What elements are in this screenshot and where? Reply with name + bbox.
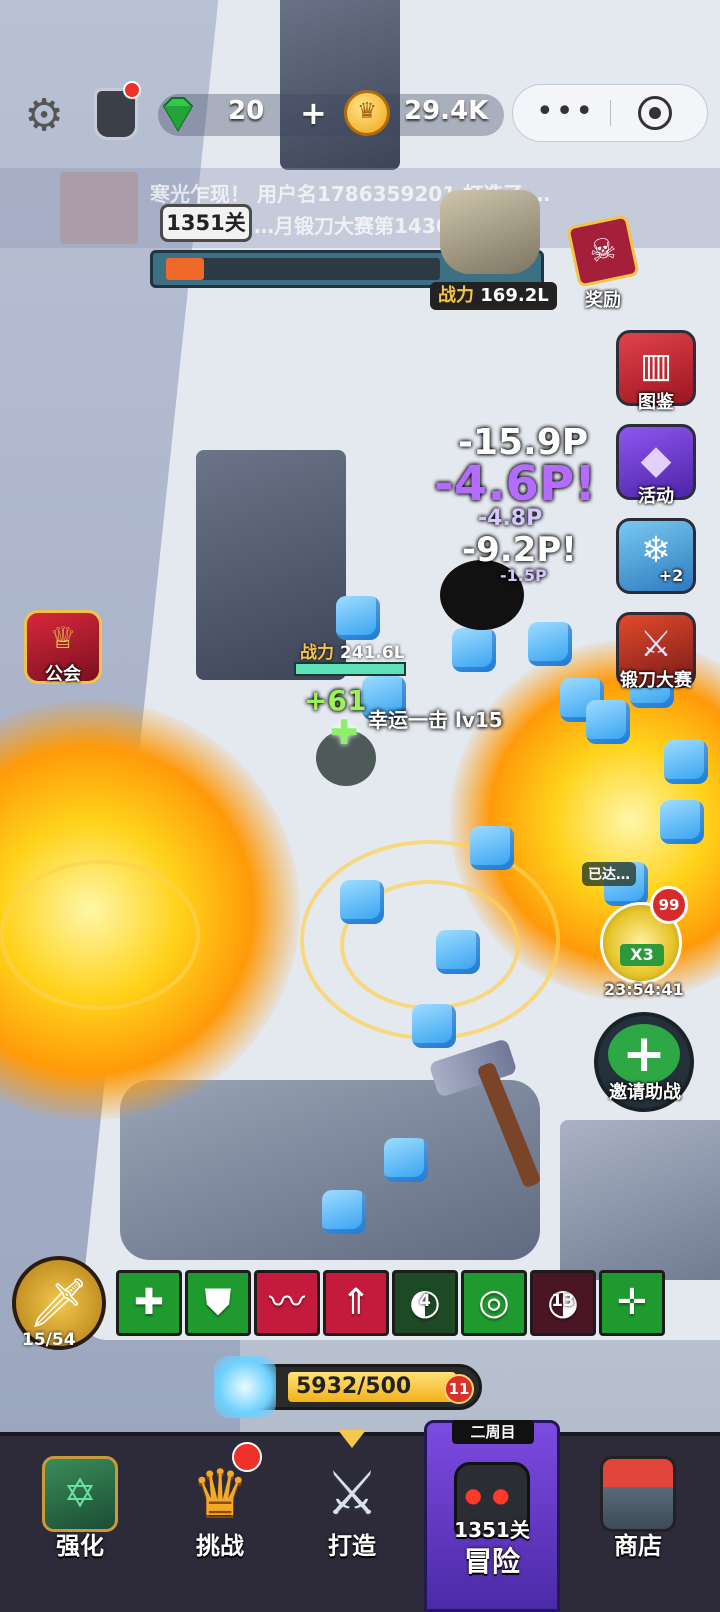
skill-slot[interactable]: ⇑ [323,1270,389,1336]
invite-plus-icon: + [608,1024,680,1084]
gem-count: 20 [228,96,265,126]
energy-cube [664,740,708,784]
energy-badge: 11 [444,1374,474,1404]
shop-icon [600,1456,676,1532]
slash-icon: 〰 [268,1282,305,1323]
hero-power-label: 战力 [300,643,334,663]
nav-item-adventure[interactable]: ●● 1351关 冒险 [430,1440,554,1612]
plus-cross-icon: ✛ [616,1282,648,1323]
energy-cube [452,628,496,672]
pet-badge: +2 [658,566,684,585]
notification-dot [123,81,141,99]
heal-cross-icon: ✚ [133,1282,165,1323]
shield-icon: ⛊ [204,1282,232,1323]
energy-cube [384,1138,428,1182]
skill-slot[interactable]: ◎ [461,1270,527,1336]
boss-power-value: 169.2L [480,285,549,306]
boss-power-label: 战力 [438,285,474,306]
skill-cooldown-count: 4 [419,1291,431,1311]
marquee-weapon-icon [60,172,138,244]
gold-count: 29.4K [404,96,489,126]
nav-label: 打造 [328,1532,376,1560]
crit-damage-number: -4.6P! [434,456,597,512]
skill-proc-text: 幸运一击 lv15 [368,708,503,732]
gift-count-badge: 99 [650,886,688,924]
nav-item-challenge[interactable]: ♛ 挑战 [158,1440,282,1612]
energy-cube [528,622,572,666]
energy-cube [340,880,384,924]
gem-icon [162,97,194,132]
stage-label: 1351关 [160,204,252,242]
energy-cube-icon [214,1356,276,1418]
energy-cube [322,1190,366,1234]
add-gems-button[interactable]: + [300,94,327,132]
nav-item-shop[interactable]: 商店 [576,1440,700,1612]
nav-label: 商店 [614,1532,662,1560]
skill-slot[interactable]: ◑ 13 [530,1270,596,1336]
nav-active-stage: 1351关 [454,1518,530,1542]
event-label: 活动 [638,486,674,507]
damage-number: -4.8P [478,506,543,531]
energy-cube [470,826,514,870]
nav-item-upgrade[interactable]: ✡ 强化 [18,1440,142,1612]
energy-cube [586,700,630,744]
target-ring-icon: ◎ [478,1282,510,1323]
skill-cooldown-count: 13 [551,1291,575,1311]
damage-number: -9.2P! [462,530,577,570]
nav-label: 冒险 [463,1545,520,1578]
skill-slot[interactable]: 〰 [254,1270,320,1336]
boss-power: 战力 169.2L [430,282,557,310]
capsule-divider [610,100,611,126]
heal-cross-icon: ✚ [330,713,359,753]
notification-dot [232,1442,262,1472]
boss-rock-golem-icon [440,190,540,274]
forge-contest-label: 锻刀大赛 [620,670,692,691]
shockwave-ring [0,860,200,1010]
settings-gear-icon[interactable]: ⚙ [18,90,70,142]
skill-slot[interactable]: ✚ [116,1270,182,1336]
skill-slot[interactable]: ◐ 4 [392,1270,458,1336]
hero-hp-fill [296,664,404,674]
gold-coin-icon: ♛ [344,90,390,136]
boss-progress-track [166,258,440,280]
energy-cube [436,930,480,974]
close-miniprogram-icon[interactable] [638,96,672,130]
hero-power: 战力 241.6L [300,638,405,663]
reward-skull-icon[interactable]: ☠ [566,214,640,288]
energy-cube [336,596,380,640]
skill-slot[interactable]: ⛊ [185,1270,251,1336]
weapon-count: 15/54 [22,1330,76,1350]
rock-pillar [280,0,400,170]
reward-label: 奖励 [585,290,621,311]
gift-claimed-label: 已达… [582,862,636,886]
nav-label: 挑战 [196,1532,244,1560]
encyclopedia-label: 图鉴 [638,392,674,413]
nav-label: 强化 [56,1532,104,1560]
more-options-icon[interactable]: ••• [536,94,595,129]
nav-item-forge[interactable]: ⚔ 打造 [290,1440,414,1612]
sword-icon: ⚔ [325,1459,379,1529]
energy-count: 5932/500 [296,1374,412,1399]
gift-multiplier: X3 [620,944,664,966]
guild-label: 公会 [45,664,81,685]
profile-helmet-button[interactable] [94,81,141,140]
energy-cube [412,1004,456,1048]
guild-banner-icon: ♕ [49,621,77,656]
boulder [560,1120,720,1280]
hero-power-value: 241.6L [339,643,405,663]
boss-progress-fill [166,258,205,280]
upgrade-book-icon: ✡ [42,1456,118,1532]
gift-timer: 23:54:41 [604,980,684,999]
rage-arrow-icon: ⇑ [340,1282,372,1323]
skill-slot[interactable]: ✛ [599,1270,665,1336]
invite-label: 邀请助战 [609,1082,681,1103]
damage-number: -1.5P [500,566,547,585]
energy-cube [660,800,704,844]
